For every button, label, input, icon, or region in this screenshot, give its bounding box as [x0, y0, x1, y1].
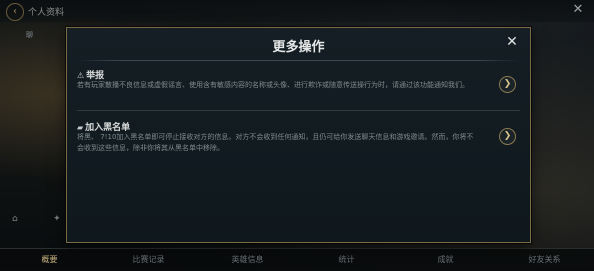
tab-friends[interactable]: 好友关系: [495, 249, 594, 271]
blacklist-icon: ▰: [77, 123, 84, 132]
star-icon[interactable]: ✦: [53, 214, 63, 224]
close-icon[interactable]: ✕: [504, 34, 520, 50]
side-label: 聊: [26, 31, 33, 39]
top-bar: ‹ 个人资料 ✕: [0, 0, 594, 22]
more-actions-dialog: 更多操作 ✕ ⚠ 举报 若有玩家散播不良信息或虚假谣言、使用含有敏感内容的名称或头…: [66, 27, 531, 243]
page-title: 个人资料: [28, 8, 65, 18]
home-icon[interactable]: ⌂: [12, 214, 22, 224]
title-divider: [77, 60, 520, 61]
tab-stats[interactable]: 统计: [297, 249, 396, 271]
report-description: 若有玩家散播不良信息或虚假谣言、使用含有敏感内容的名称或头像、进行欺诈或随意传送…: [77, 81, 469, 89]
report-arrow-icon[interactable]: ❯: [499, 76, 516, 93]
top-close-icon[interactable]: ✕: [570, 2, 586, 18]
tab-achievements[interactable]: 成就: [396, 249, 495, 271]
tab-champion-info[interactable]: 英雄信息: [198, 249, 297, 271]
back-arrow-icon[interactable]: ‹: [6, 3, 24, 21]
blacklist-description: 将黑、 7!10加入黑名单即可停止接收对方的信息。对方不会收到任何通知，且仍可给…: [77, 133, 474, 152]
bottom-tab-bar: 概要 比赛记录 英雄信息 统计 成就 好友关系: [0, 248, 594, 271]
option-divider: [77, 110, 520, 111]
tab-overview[interactable]: 概要: [0, 249, 99, 271]
tab-match-history[interactable]: 比赛记录: [99, 249, 198, 271]
dialog-title: 更多操作: [272, 40, 325, 55]
warning-icon: ⚠: [77, 71, 85, 80]
blacklist-arrow-icon[interactable]: ❯: [499, 128, 516, 145]
blacklist-option[interactable]: ▰ 加入黑名单 将黑、 7!10加入黑名单即可停止接收对方的信息。对方不会收到任何…: [77, 120, 520, 180]
